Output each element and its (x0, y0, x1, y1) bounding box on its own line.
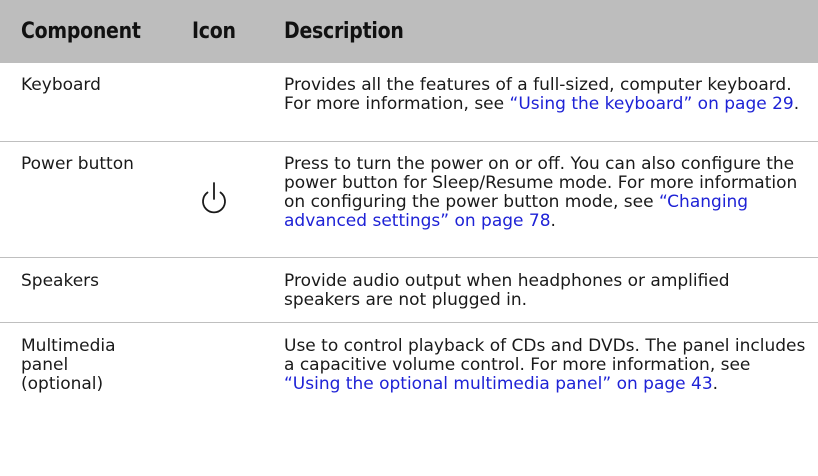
component-name: Multimedia panel (optional) (21, 336, 116, 394)
component-description: Provides all the features of a full-size… (284, 75, 800, 114)
component-description: Use to control playback of CDs and DVDs.… (284, 336, 806, 394)
header-description: Description (284, 19, 404, 44)
power-icon (197, 181, 231, 221)
component-name: Keyboard (21, 75, 101, 95)
table-row: Speakers Provide audio output when headp… (0, 258, 818, 322)
header-icon: Icon (192, 19, 236, 44)
table-row: Power button Press to turn the power on … (0, 142, 818, 257)
component-name: Speakers (21, 271, 100, 291)
table-row: Multimedia panel (optional) Use to contr… (0, 323, 818, 473)
table-row: Keyboard Provides all the features of a … (0, 63, 818, 139)
cross-reference-link[interactable]: “Using the optional multimedia panel” on… (284, 374, 713, 394)
component-name: Power button (21, 154, 134, 174)
component-description: Provide audio output when headphones or … (284, 271, 730, 310)
table-header: Component Icon Description (0, 0, 818, 63)
cross-reference-link[interactable]: “Using the keyboard” on page 29 (510, 94, 794, 114)
component-description: Press to turn the power on or off. You c… (284, 154, 798, 231)
header-component: Component (21, 19, 141, 44)
